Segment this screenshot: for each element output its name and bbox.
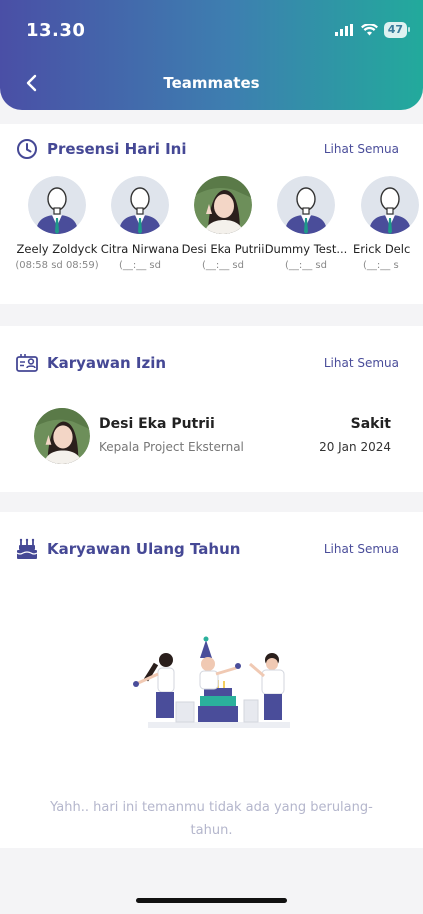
person-placeholder-icon xyxy=(361,176,419,234)
signal-icon xyxy=(334,24,353,36)
leave-employee-name: Desi Eka Putrii xyxy=(99,416,215,432)
leave-type: Sakit xyxy=(350,416,391,432)
avatar xyxy=(277,176,335,234)
user-photo-icon xyxy=(34,408,90,464)
leave-item[interactable]: Desi Eka Putrii Kepala Project Eksternal… xyxy=(34,408,391,466)
birthday-see-all-link[interactable]: Lihat Semua xyxy=(324,542,399,556)
birthday-empty-message: Yahh.. hari ini temanmu tidak ada yang b… xyxy=(50,800,373,838)
avatar xyxy=(111,176,169,234)
avatar xyxy=(194,176,252,234)
app-header: 13.30 47 Teammates xyxy=(0,0,423,110)
attendance-time: (__:__ sd xyxy=(201,260,244,271)
person-placeholder-icon xyxy=(111,176,169,234)
attendance-list: Zeely Zoldyck (08:58 sd 08:59) Citra Nir… xyxy=(0,176,423,286)
attendance-name: Citra Nirwana xyxy=(100,242,180,256)
avatar xyxy=(361,176,419,234)
status-icons: 47 xyxy=(334,22,411,38)
status-time: 13.30 xyxy=(26,20,86,41)
attendance-name: Dummy Test... xyxy=(264,242,348,256)
cake-icon xyxy=(16,538,38,560)
leave-card-icon xyxy=(16,352,38,374)
leave-section: Karyawan Izin Lihat Semua Desi Eka Putri… xyxy=(0,326,423,492)
attendance-time: (08:58 sd 08:59) xyxy=(15,260,99,271)
leave-see-all-link[interactable]: Lihat Semua xyxy=(324,356,399,370)
leave-employee-role: Kepala Project Eksternal xyxy=(99,440,244,454)
attendance-header: Presensi Hari Ini Lihat Semua xyxy=(16,138,399,160)
birthday-party-illustration xyxy=(133,636,290,728)
attendance-item[interactable]: Zeely Zoldyck (08:58 sd 08:59) xyxy=(15,176,99,271)
attendance-section: Presensi Hari Ini Lihat Semua Zeely Zold… xyxy=(0,124,423,304)
attendance-item[interactable]: Citra Nirwana (__:__ sd xyxy=(98,176,182,271)
wifi-icon xyxy=(360,24,378,36)
home-indicator[interactable] xyxy=(136,898,287,903)
avatar xyxy=(28,176,86,234)
person-placeholder-icon xyxy=(277,176,335,234)
attendance-item[interactable]: Desi Eka Putrii (__:__ sd xyxy=(181,176,265,271)
battery-icon: 47 xyxy=(383,22,411,38)
attendance-name: Desi Eka Putrii xyxy=(181,242,265,256)
user-photo-icon xyxy=(194,176,252,234)
leave-title: Karyawan Izin xyxy=(47,354,167,372)
attendance-time: (__:__ sd xyxy=(284,260,327,271)
page-title: Teammates xyxy=(163,74,260,92)
person-placeholder-icon xyxy=(28,176,86,234)
birthday-header: Karyawan Ulang Tahun Lihat Semua xyxy=(16,538,399,560)
attendance-name: Erick Delc xyxy=(353,242,411,256)
attendance-name: Zeely Zoldyck xyxy=(16,242,98,256)
attendance-item[interactable]: Dummy Test... (__:__ sd xyxy=(264,176,348,271)
attendance-time: (__:__ sd xyxy=(118,260,161,271)
attendance-see-all-link[interactable]: Lihat Semua xyxy=(324,142,399,156)
avatar xyxy=(34,408,90,464)
leave-date: 20 Jan 2024 xyxy=(319,440,391,454)
attendance-title: Presensi Hari Ini xyxy=(47,140,187,158)
birthday-section: Karyawan Ulang Tahun Lihat Semua Yahh.. … xyxy=(0,512,423,848)
attendance-item[interactable]: Erick Delc (__:__ s xyxy=(347,176,423,271)
birthday-title: Karyawan Ulang Tahun xyxy=(47,540,241,558)
leave-header: Karyawan Izin Lihat Semua xyxy=(16,352,399,374)
clock-icon xyxy=(16,138,38,160)
attendance-time: (__:__ s xyxy=(363,260,399,271)
